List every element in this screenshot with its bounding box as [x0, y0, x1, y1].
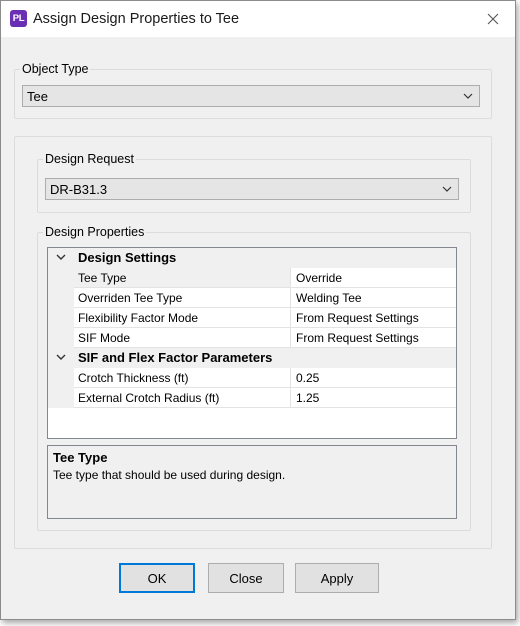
category-sif-flex-factor[interactable]: SIF and Flex Factor Parameters [48, 348, 456, 368]
category-label: SIF and Flex Factor Parameters [78, 350, 273, 365]
property-value[interactable]: From Request Settings [291, 308, 456, 328]
title-bar: PL Assign Design Properties to Tee [1, 1, 515, 37]
property-value[interactable]: 0.25 [291, 368, 456, 388]
property-name: Tee Type [74, 268, 291, 288]
property-grid[interactable]: Design Settings Tee Type Override Overri… [47, 247, 457, 439]
chevron-down-icon [463, 93, 473, 99]
row-margin [48, 288, 74, 308]
design-request-value: DR-B31.3 [50, 181, 108, 197]
category-label: Design Settings [78, 250, 177, 265]
property-row[interactable]: Flexibility Factor Mode From Request Set… [48, 308, 456, 328]
object-type-dropdown[interactable]: Tee [22, 85, 480, 107]
ok-button[interactable]: OK [119, 563, 195, 593]
app-logo-icon: PL [10, 10, 27, 27]
close-window-button[interactable] [471, 1, 515, 37]
design-request-legend: Design Request [43, 152, 136, 166]
property-name: Flexibility Factor Mode [74, 308, 291, 328]
close-icon [487, 13, 499, 25]
description-text: Tee type that should be used during desi… [53, 468, 286, 482]
object-type-legend: Object Type [20, 62, 91, 76]
property-row[interactable]: External Crotch Radius (ft) 1.25 [48, 388, 456, 408]
collapse-chevron-icon[interactable] [55, 351, 67, 363]
property-row[interactable]: SIF Mode From Request Settings [48, 328, 456, 348]
property-row[interactable]: Overriden Tee Type Welding Tee [48, 288, 456, 308]
property-name: SIF Mode [74, 328, 291, 348]
property-row[interactable]: Crotch Thickness (ft) 0.25 [48, 368, 456, 388]
dialog-window: PL Assign Design Properties to Tee Objec… [0, 0, 516, 620]
description-panel: Tee Type Tee type that should be used du… [47, 445, 457, 519]
row-margin [48, 368, 74, 388]
property-value[interactable]: From Request Settings [291, 328, 456, 348]
chevron-down-icon [442, 186, 452, 192]
row-margin [48, 388, 74, 408]
property-name: Overriden Tee Type [74, 288, 291, 308]
row-margin [48, 308, 74, 328]
dialog-title: Assign Design Properties to Tee [33, 11, 240, 27]
close-button[interactable]: Close [208, 563, 284, 593]
property-value[interactable]: Welding Tee [291, 288, 456, 308]
property-value[interactable]: Override [291, 268, 456, 288]
design-properties-legend: Design Properties [43, 225, 147, 239]
property-value[interactable]: 1.25 [291, 388, 456, 408]
property-name: External Crotch Radius (ft) [74, 388, 291, 408]
description-title: Tee Type [53, 450, 108, 465]
design-request-dropdown[interactable]: DR-B31.3 [45, 178, 459, 200]
row-margin [48, 328, 74, 348]
apply-button[interactable]: Apply [295, 563, 379, 593]
category-design-settings[interactable]: Design Settings [48, 248, 456, 268]
collapse-chevron-icon[interactable] [55, 251, 67, 263]
row-margin [48, 268, 74, 288]
property-name: Crotch Thickness (ft) [74, 368, 291, 388]
object-type-value: Tee [27, 88, 48, 104]
property-row[interactable]: Tee Type Override [48, 268, 456, 288]
